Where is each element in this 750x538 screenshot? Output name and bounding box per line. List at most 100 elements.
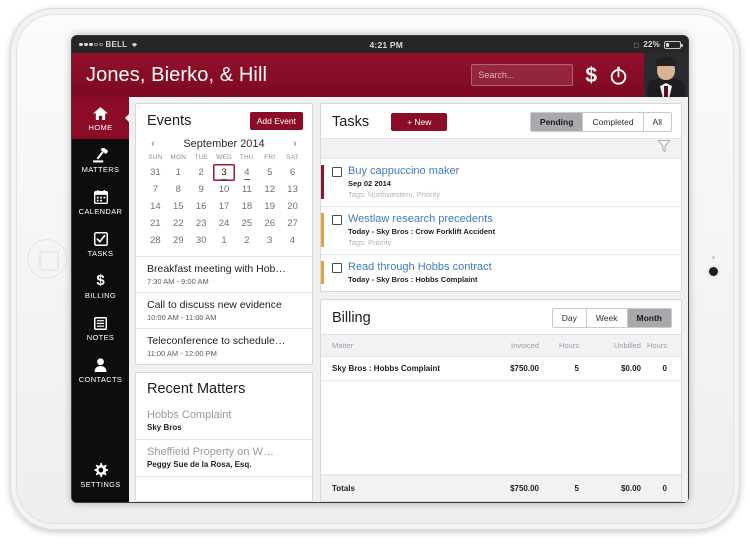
chevron-left-icon[interactable]: ‹ <box>147 138 159 150</box>
tablet-home-button[interactable] <box>27 239 67 279</box>
sidebar-item-home[interactable]: HOME <box>72 97 130 139</box>
event-title: Teleconference to schedule… <box>147 335 286 347</box>
calendar-day[interactable]: 28 <box>144 232 167 249</box>
calendar-day[interactable]: 2 <box>190 164 213 181</box>
dollar-icon[interactable]: $ <box>585 65 597 86</box>
totals-hours: 5 <box>574 484 579 493</box>
sidebar-item-billing[interactable]: $ BILLING <box>72 265 129 307</box>
tasks-filter-bar <box>321 138 681 159</box>
calendar-day-selected[interactable]: 3 <box>213 164 236 181</box>
sidebar-item-calendar[interactable]: CALENDAR <box>72 181 129 223</box>
list-item[interactable]: Sheffield Property on W… Peggy Sue de la… <box>136 440 312 477</box>
funnel-filter-icon[interactable] <box>657 139 671 158</box>
calendar-day[interactable]: 14 <box>144 198 167 215</box>
carrier-label: BELL <box>105 40 128 49</box>
totals-label: Totals <box>332 484 355 493</box>
billing-title: Billing <box>332 310 371 326</box>
tab-all[interactable]: All <box>643 113 671 131</box>
calendar-day[interactable]: 6 <box>281 164 304 181</box>
task-content: Read through Hobbs contract Today - Sky … <box>348 261 671 284</box>
tab-completed[interactable]: Completed <box>583 113 644 131</box>
task-title[interactable]: Buy cappuccino maker <box>348 165 671 177</box>
calendar-day[interactable]: 1 <box>213 232 236 249</box>
calendar-day[interactable]: 26 <box>258 215 281 232</box>
task-checkbox[interactable] <box>332 263 342 273</box>
calendar-day[interactable]: 15 <box>167 198 190 215</box>
calendar-grid: SUN MON TUE WED THU FRI SAT 31 1 2 3 4 5… <box>136 154 312 257</box>
calendar-day[interactable]: 8 <box>167 181 190 198</box>
task-checkbox[interactable] <box>332 167 342 177</box>
status-bar-left: BELL <box>79 40 139 50</box>
sidebar-item-notes[interactable]: NOTES <box>72 307 129 349</box>
new-task-button[interactable]: + New <box>391 113 448 131</box>
table-row[interactable]: Westlaw research precedents Today - Sky … <box>321 207 681 255</box>
calendar-day[interactable]: 31 <box>144 164 167 181</box>
calendar-week: 31 1 2 3 4 5 6 <box>144 164 304 181</box>
calendar-day[interactable]: 9 <box>190 181 213 198</box>
calendar-day[interactable]: 21 <box>144 215 167 232</box>
matter-client: Sky Bros <box>147 423 182 432</box>
calendar-day[interactable]: 4 <box>235 164 258 181</box>
calendar-day[interactable]: 2 <box>235 232 258 249</box>
calendar-day[interactable]: 11 <box>235 181 258 198</box>
avatar[interactable] <box>644 53 688 97</box>
task-title[interactable]: Westlaw research precedents <box>348 213 671 225</box>
calendar-day[interactable]: 16 <box>190 198 213 215</box>
stopwatch-icon[interactable] <box>609 66 628 85</box>
task-subtitle: Today - Sky Bros : Hobbs Complaint <box>348 275 478 284</box>
dollar-icon: $ <box>96 272 105 289</box>
calendar-day[interactable]: 18 <box>235 198 258 215</box>
tab-month[interactable]: Month <box>627 309 671 327</box>
calendar-day[interactable]: 13 <box>281 181 304 198</box>
table-row[interactable]: Read through Hobbs contract Today - Sky … <box>321 255 681 291</box>
calendar-day[interactable]: 29 <box>167 232 190 249</box>
task-priority-accent <box>321 261 324 284</box>
sidebar-item-contacts[interactable]: CONTACTS <box>72 349 129 391</box>
calendar-day[interactable]: 7 <box>144 181 167 198</box>
sidebar-item-tasks[interactable]: TASKS <box>72 223 129 265</box>
add-event-button[interactable]: Add Event <box>249 112 303 130</box>
matter-name: Hobbs Complaint <box>147 409 232 421</box>
gear-icon <box>72 461 129 478</box>
calendar-day[interactable]: 12 <box>258 181 281 198</box>
calendar-day[interactable]: 5 <box>258 164 281 181</box>
calendar-day[interactable]: 4 <box>281 232 304 249</box>
calendar-day[interactable]: 23 <box>190 215 213 232</box>
billing-table: Matter Invoiced Hours Unbilled Hours Sky… <box>321 334 681 381</box>
tab-day[interactable]: Day <box>552 309 587 327</box>
tab-pending[interactable]: Pending <box>530 113 584 131</box>
battery-percent-label: 22% <box>643 40 660 49</box>
calendar-day[interactable]: 22 <box>167 215 190 232</box>
tab-week[interactable]: Week <box>586 309 628 327</box>
calendar-dow: TUE <box>194 154 208 161</box>
calendar-day[interactable]: 30 <box>190 232 213 249</box>
list-item[interactable]: Hobbs Complaint Sky Bros <box>136 403 312 440</box>
sidebar-nav: HOME MATTERS CALENDAR TASKS $ BILLING NO… <box>72 97 130 502</box>
calendar-dow: SUN <box>148 154 163 161</box>
sidebar-item-settings[interactable]: SETTINGS <box>72 454 129 502</box>
calendar-dow: WED <box>216 154 232 161</box>
sidebar-item-matters[interactable]: MATTERS <box>72 139 129 181</box>
search-input[interactable] <box>471 64 574 86</box>
task-checkbox[interactable] <box>332 215 342 225</box>
list-item[interactable]: Call to discuss new evidence 10:00 AM - … <box>136 293 312 329</box>
list-item[interactable]: Teleconference to schedule… 11:00 AM - 1… <box>136 329 312 364</box>
person-icon <box>72 356 129 373</box>
calendar-day[interactable]: 27 <box>281 215 304 232</box>
calendar-day[interactable]: 25 <box>235 215 258 232</box>
calendar-day[interactable]: 17 <box>213 198 236 215</box>
calendar-day[interactable]: 3 <box>258 232 281 249</box>
calendar-day[interactable]: 24 <box>213 215 236 232</box>
table-row[interactable]: Sky Bros : Hobbs Complaint $750.00 5 $0.… <box>321 356 681 381</box>
calendar-day[interactable]: 1 <box>167 164 190 181</box>
calendar-day[interactable]: 10 <box>213 181 236 198</box>
task-title[interactable]: Read through Hobbs contract <box>348 261 671 273</box>
task-subtitle: Sep 02 2014 <box>348 179 391 188</box>
calendar-day[interactable]: 20 <box>281 198 304 215</box>
calendar-day[interactable]: 19 <box>258 198 281 215</box>
list-item[interactable]: Breakfast meeting with Hob… 7:30 AM - 9:… <box>136 257 312 293</box>
table-row[interactable]: Buy cappuccino maker Sep 02 2014 Tags: N… <box>321 159 681 207</box>
task-content: Westlaw research precedents Today - Sky … <box>348 213 671 247</box>
chevron-right-icon[interactable]: › <box>289 138 301 150</box>
billing-card: Billing Day Week Month Matter Invoiced H… <box>320 299 682 502</box>
